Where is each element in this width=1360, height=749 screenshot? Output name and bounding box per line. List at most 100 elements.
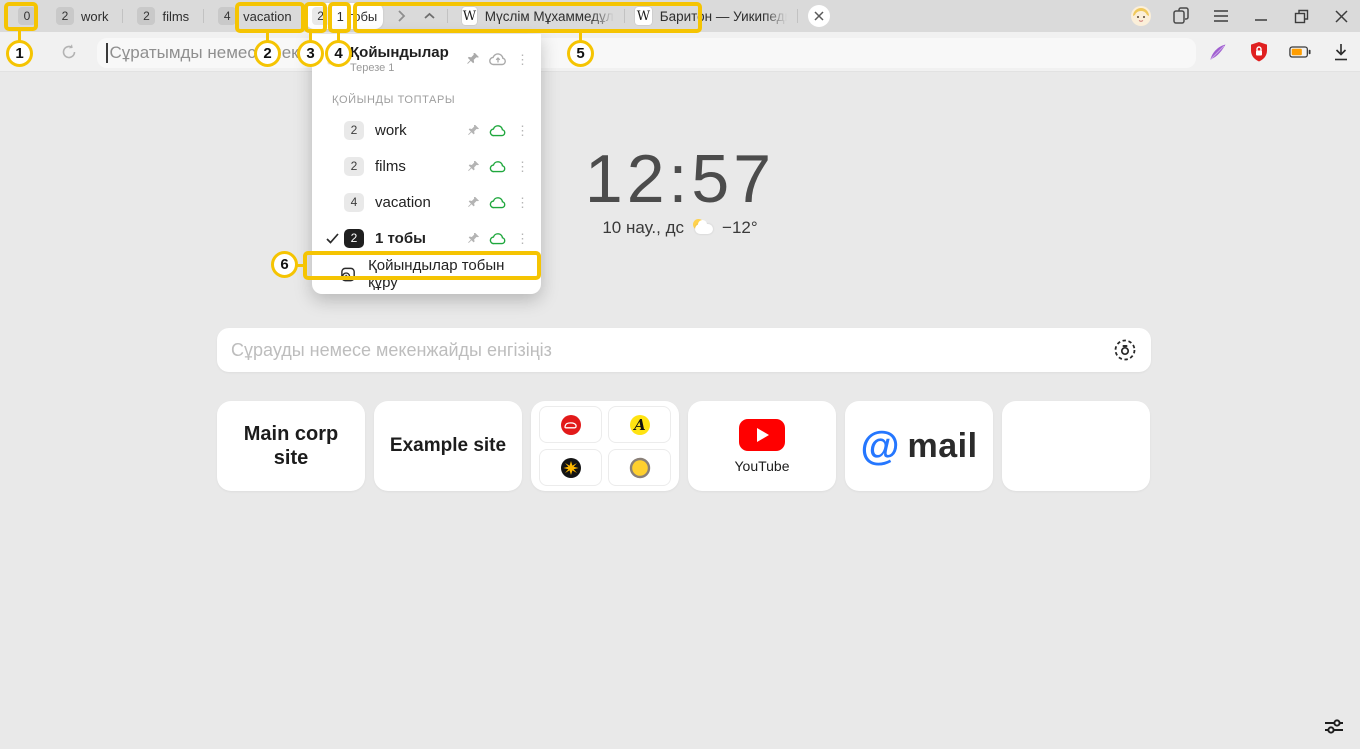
tab-count-badge: 2 xyxy=(344,157,364,176)
tab-group-label: vacation xyxy=(243,9,291,24)
address-bar-extensions xyxy=(1207,32,1352,72)
menu-button[interactable] xyxy=(1210,5,1232,27)
close-tab-button[interactable] xyxy=(808,5,830,27)
tab-list-dropdown-button[interactable] xyxy=(419,3,439,29)
group-label: films xyxy=(375,158,467,175)
battery-saver-button[interactable] xyxy=(1289,41,1311,63)
dropdown-group-active[interactable]: 2 1 тобы ⋮ xyxy=(312,220,541,256)
kinopoisk-shortcut[interactable] xyxy=(539,449,602,486)
group-label: work xyxy=(375,122,467,139)
profile-avatar[interactable] xyxy=(1130,5,1152,27)
tab-count-badge: 2 xyxy=(312,7,330,25)
pin-icon[interactable] xyxy=(466,52,480,66)
kebab-menu-icon[interactable]: ⋮ xyxy=(516,196,529,209)
search-bar[interactable] xyxy=(217,328,1151,372)
annotation-circle-2: 2 xyxy=(254,40,281,67)
tile-favorites-group[interactable]: A xyxy=(531,401,679,491)
tab-group-label: films xyxy=(162,9,189,24)
tab-title: Мүслім Мұхаммедұлы Ма xyxy=(485,9,615,24)
tab-title: Баритон — Уикипедия xyxy=(660,9,788,24)
tile-label: mail xyxy=(907,427,977,466)
car-site-shortcut[interactable] xyxy=(539,406,602,443)
annotation-circle-1: 1 xyxy=(6,40,33,67)
tab-group-chip-vacation[interactable]: 4 vacation xyxy=(212,3,297,29)
starburst-icon xyxy=(560,457,582,479)
tile-main-corp-site[interactable]: Main corp site xyxy=(217,401,365,491)
download-icon xyxy=(1333,43,1349,61)
kebab-menu-icon[interactable]: ⋮ xyxy=(516,232,529,245)
browser-controls xyxy=(1130,0,1352,32)
weather-widget[interactable]: 10 нау., дс −12° xyxy=(0,218,1360,238)
kebab-menu-icon[interactable]: ⋮ xyxy=(516,53,529,66)
tile-label: Main corp site xyxy=(217,422,365,470)
afisha-shortcut[interactable]: A xyxy=(608,406,671,443)
restore-button[interactable] xyxy=(1290,5,1312,27)
car-icon xyxy=(560,414,582,436)
feather-icon xyxy=(1208,42,1228,62)
cloud-sync-icon[interactable] xyxy=(489,124,507,137)
dropdown-group-films[interactable]: 2 films ⋮ xyxy=(312,148,541,184)
hamburger-menu-icon xyxy=(1213,9,1229,23)
tile-example-site[interactable]: Example site xyxy=(374,401,522,491)
search-input[interactable] xyxy=(231,340,1113,361)
pin-icon[interactable] xyxy=(467,232,480,245)
tab-muslim-wikipedia[interactable]: W Мүслім Мұхаммедұлы Ма xyxy=(452,0,624,32)
side-panels-button[interactable] xyxy=(1170,5,1192,27)
minimize-button[interactable] xyxy=(1250,5,1272,27)
cloud-sync-icon[interactable] xyxy=(489,232,507,245)
dropdown-group-vacation[interactable]: 4 vacation ⋮ xyxy=(312,184,541,220)
annotation-circle-4: 4 xyxy=(325,40,352,67)
reload-button[interactable] xyxy=(58,41,80,63)
pin-icon[interactable] xyxy=(467,196,480,209)
annotation-circle-5: 5 xyxy=(567,40,594,67)
pin-icon[interactable] xyxy=(467,124,480,137)
favorites-grid: A xyxy=(539,406,671,486)
tab-count-badge: 4 xyxy=(218,7,236,25)
tab-group-chip-ungrouped[interactable]: 0 xyxy=(12,3,42,29)
panels-icon xyxy=(1172,7,1190,25)
tile-youtube[interactable]: YouTube xyxy=(688,401,836,491)
tab-count-badge: 2 xyxy=(344,229,364,248)
tab-group-chip-work[interactable]: 2 work xyxy=(50,3,114,29)
kebab-menu-icon[interactable]: ⋮ xyxy=(516,160,529,173)
address-bar-row: Сұратымды немесе мекенжайды енгізіңіз xyxy=(0,32,1360,72)
cloud-sync-icon[interactable] xyxy=(489,160,507,173)
tile-label: Example site xyxy=(390,435,506,457)
svg-text:A: A xyxy=(632,416,646,434)
weather-temp: −12° xyxy=(722,218,758,238)
reload-icon xyxy=(60,43,78,61)
protect-shield-button[interactable] xyxy=(1248,41,1270,63)
tab-count-badge: 2 xyxy=(56,7,74,25)
tile-mail[interactable]: @ mail xyxy=(845,401,993,491)
cloud-sync-icon[interactable] xyxy=(489,196,507,209)
pin-icon[interactable] xyxy=(467,160,480,173)
tab-bar: 0 2 work 2 films 4 vacation 2 1 тобы W xyxy=(0,0,1360,32)
mail-logo: @ mail xyxy=(860,426,977,466)
tab-groups-dropdown: Қойындылар Терезе 1 ⋮ ҚОЙЫНДЫ ТОПТАРЫ 2 … xyxy=(312,34,541,294)
group-label: 1 тобы xyxy=(375,230,467,247)
youtube-play-icon xyxy=(739,419,785,451)
tile-empty[interactable] xyxy=(1002,401,1150,491)
tab-group-chip-active[interactable]: 2 1 тобы xyxy=(306,3,384,29)
tab-group-label: work xyxy=(81,9,108,24)
downloads-button[interactable] xyxy=(1330,41,1352,63)
cloud-upload-icon[interactable] xyxy=(489,52,507,66)
feather-extension-button[interactable] xyxy=(1207,41,1229,63)
yellow-circle-icon xyxy=(629,457,651,479)
background-settings-button[interactable] xyxy=(1322,715,1346,739)
yellow-blob-shortcut[interactable] xyxy=(608,449,671,486)
kebab-menu-icon[interactable]: ⋮ xyxy=(516,124,529,137)
tab-group-chip-films[interactable]: 2 films xyxy=(131,3,195,29)
shield-lock-icon xyxy=(1249,41,1269,63)
tune-sliders-icon xyxy=(1323,716,1345,738)
image-search-camera-icon[interactable] xyxy=(1113,338,1137,362)
tab-groups-scroll-button[interactable] xyxy=(391,3,411,29)
create-tab-group-button[interactable]: Қойындылар тобын құру xyxy=(312,258,541,290)
tab-bariton-wikipedia[interactable]: W Баритон — Уикипедия xyxy=(625,0,797,32)
dropdown-group-work[interactable]: 2 work ⋮ xyxy=(312,112,541,148)
dropdown-title: Қойындылар xyxy=(350,44,466,61)
tab-group-label: 1 тобы xyxy=(337,9,378,24)
weather-date: 10 нау., дс xyxy=(602,218,684,238)
close-window-button[interactable] xyxy=(1330,5,1352,27)
new-group-icon xyxy=(340,266,356,283)
